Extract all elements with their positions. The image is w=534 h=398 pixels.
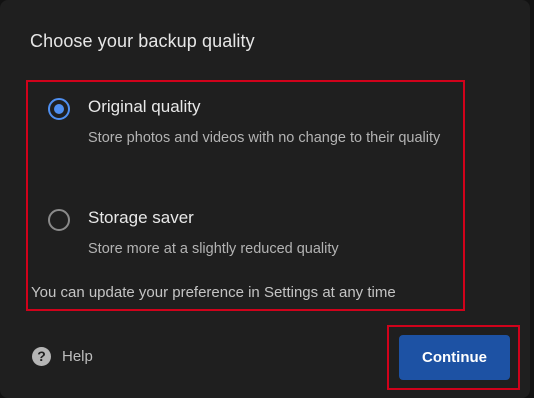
- radio-storage-saver-unchecked[interactable]: [48, 209, 70, 231]
- option-label: Original quality: [88, 97, 201, 116]
- option-label: Storage saver: [88, 208, 194, 227]
- help-link[interactable]: ? Help: [32, 345, 93, 367]
- settings-note: You can update your preference in Settin…: [31, 284, 396, 301]
- dialog-title: Choose your backup quality: [30, 31, 255, 51]
- option-description: Store photos and videos with no change t…: [88, 130, 441, 146]
- option-description: Store more at a slightly reduced quality: [88, 241, 339, 257]
- quality-options-group: Original quality Store photos and videos…: [26, 80, 465, 311]
- continue-button-highlight: Continue: [387, 325, 520, 390]
- help-label: Help: [62, 347, 93, 365]
- continue-button[interactable]: Continue: [399, 335, 510, 380]
- backup-quality-dialog: Choose your backup quality Original qual…: [0, 0, 530, 398]
- help-circle-icon: ?: [32, 346, 51, 366]
- radio-original-quality-checked[interactable]: [48, 98, 70, 120]
